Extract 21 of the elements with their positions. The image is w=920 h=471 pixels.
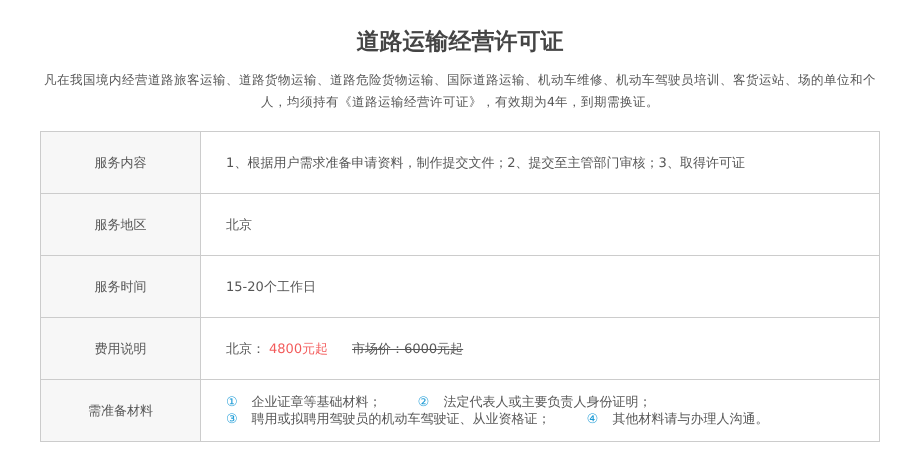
material-item: 其他材料请与办理人沟通。 — [612, 410, 768, 428]
material-item: 聘用或拟聘用驾驶员的机动车驾驶证、从业资格证； — [252, 410, 551, 428]
market-price: 市场价：6000元起 — [352, 340, 464, 358]
price: 4800元起 — [269, 340, 328, 358]
row-value: 15-20个工作日 — [226, 278, 316, 296]
row-label: 费用说明 — [41, 318, 201, 379]
material-item: 法定代表人或主要负责人身份证明； — [443, 394, 652, 410]
region-label: 北京： — [226, 340, 265, 358]
row-value: 北京 — [226, 216, 252, 234]
row-value: 1、根据用户需求准备申请资料，制作提交文件；2、提交至主管部门审核；3、取得许可证 — [226, 154, 745, 172]
item-number: ② — [418, 394, 430, 410]
item-number: ③ — [226, 410, 238, 428]
item-number: ④ — [586, 410, 598, 428]
row-label: 需准备材料 — [41, 380, 201, 441]
row-label: 服务地区 — [41, 194, 201, 255]
item-number: ① — [226, 394, 238, 410]
page-title: 道路运输经营许可证 — [356, 28, 564, 57]
description: 凡在我国境内经营道路旅客运输、道路货物运输、道路危险货物运输、国际道路运输、机动车维修、机动车驾驶员培训、客货运站、场的单位和个人，均须持有《道路运输经营许可证》，有效期为4年，到期需换证。 — [43, 71, 877, 111]
material-item: 企业证章等基础材料； — [252, 394, 382, 410]
row-label: 服务内容 — [41, 132, 201, 193]
row-label: 服务时间 — [41, 256, 201, 317]
